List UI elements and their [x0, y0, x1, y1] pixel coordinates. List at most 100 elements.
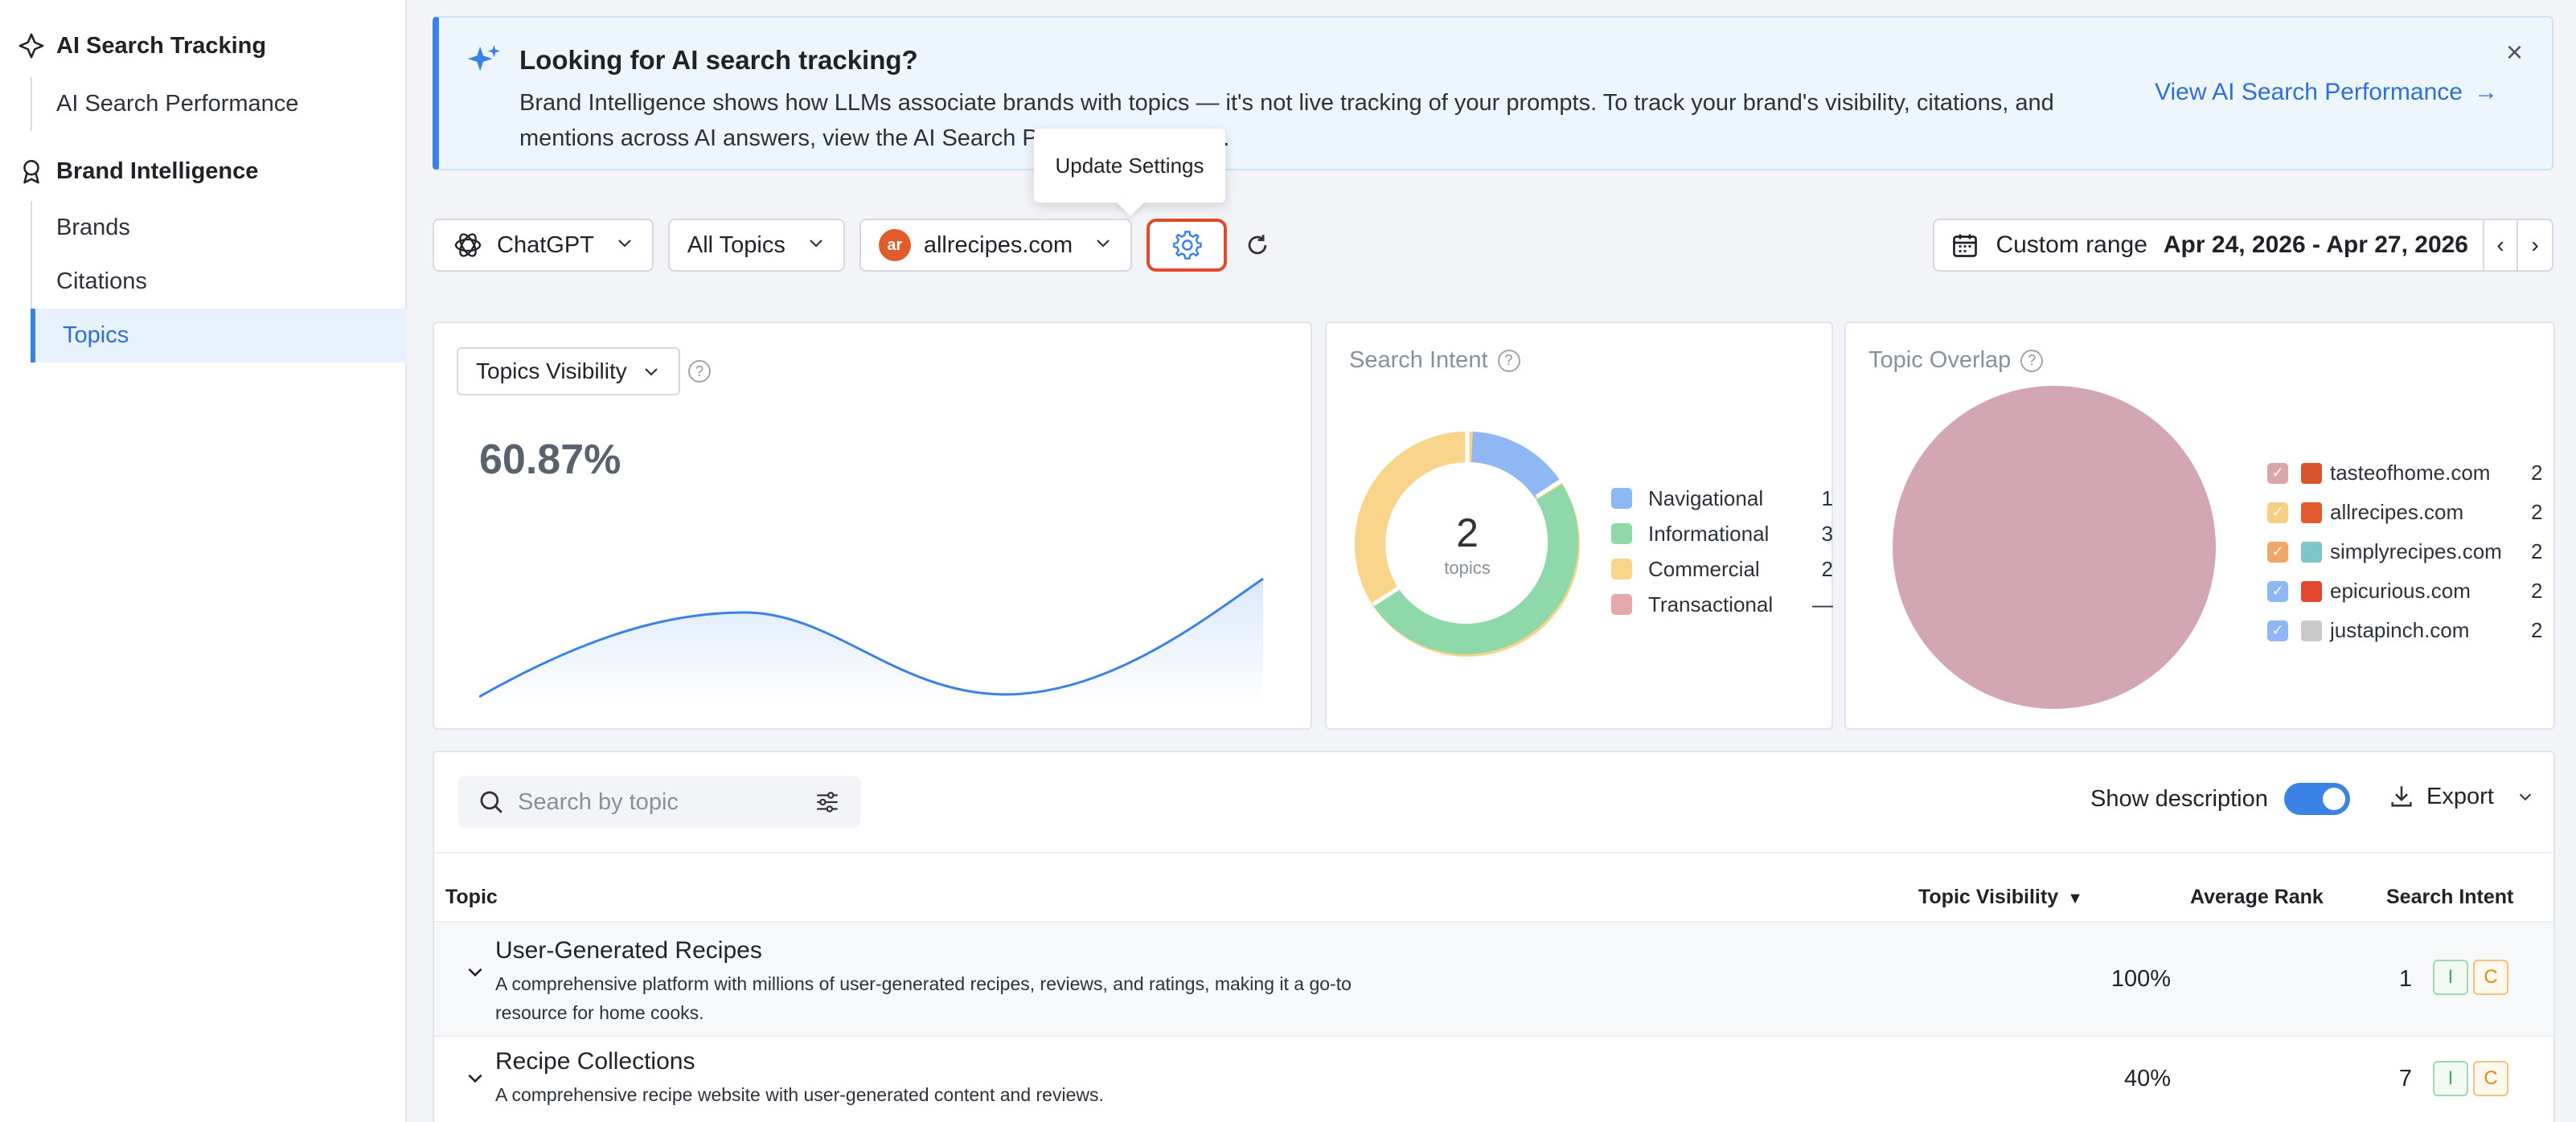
topics-table-card: Search by topic Show description Export … [433, 751, 2555, 1122]
sidebar: AI Search Tracking AI Search Performance… [0, 0, 407, 1122]
search-intent-tags: I C [2433, 960, 2508, 995]
chevron-down-icon [615, 233, 634, 258]
chevron-down-icon[interactable] [465, 1067, 486, 1094]
model-dropdown[interactable]: ChatGPT [433, 219, 654, 272]
download-icon [2391, 786, 2412, 807]
sidebar-item-brands[interactable]: Brands [32, 201, 407, 255]
col-topic-visibility-label: Topic Visibility [1918, 886, 2059, 908]
sidebar-item-citations[interactable]: Citations [32, 255, 407, 309]
topics-dropdown[interactable]: All Topics [667, 219, 845, 272]
overlap-domain-item: ✓ tasteofhome.com 2 [2267, 453, 2542, 493]
sidebar-sub-ai-search: AI Search Performance [31, 77, 407, 131]
date-range-button[interactable]: Custom range Apr 24, 2026 - Apr 27, 2026 [1934, 220, 2484, 270]
domain-dropdown[interactable]: ar allrecipes.com [859, 219, 1133, 272]
legend-item[interactable]: Transactional — [1611, 587, 1833, 622]
checkbox[interactable]: ✓ [2267, 580, 2288, 602]
chevron-down-icon [645, 368, 658, 376]
search-intent-title: Search Intent ? [1349, 347, 1520, 374]
legend-label: Informational [1648, 521, 1770, 546]
col-topic-visibility[interactable]: Topic Visibility ▼ [1918, 886, 2083, 909]
legend-label: Commercial [1648, 556, 1760, 581]
topics-visibility-card: Topics Visibility ? 60.87% [433, 321, 1312, 730]
diamond-sparkle-icon [18, 33, 44, 59]
topic-overlap-circle [1893, 386, 2216, 709]
legend-item[interactable]: Commercial 2 [1611, 551, 1833, 587]
chevron-down-icon[interactable] [465, 961, 486, 988]
export-label: Export [2426, 783, 2494, 809]
sidebar-group-brand-intelligence[interactable]: Brand Intelligence [18, 158, 258, 185]
checkbox[interactable]: ✓ [2267, 541, 2288, 563]
openai-logo-icon [454, 233, 482, 257]
next-range-button[interactable]: › [2518, 220, 2552, 270]
sidebar-item-ai-search-performance[interactable]: AI Search Performance [32, 77, 407, 131]
sidebar-item-topics[interactable]: Topics [31, 309, 407, 362]
intent-informational-badge: I [2433, 1061, 2468, 1096]
table-header: Topic Topic Visibility ▼ Average Rank Se… [434, 852, 2553, 932]
topic-description: A comprehensive recipe website with user… [495, 1084, 1104, 1105]
model-dropdown-value: ChatGPT [497, 231, 594, 258]
overlap-domain-name: tasteofhome.com [2330, 461, 2491, 485]
checkbox[interactable]: ✓ [2267, 462, 2288, 484]
search-intent-tags: I C [2433, 1061, 2508, 1096]
legend-item[interactable]: Navigational 1 [1611, 481, 1833, 516]
legend-count: 3 [1821, 521, 1833, 546]
export-button[interactable]: Export [2388, 783, 2534, 810]
topic-name: User-Generated Recipes [495, 937, 762, 964]
topic-visibility-value: 100% [2110, 966, 2171, 992]
close-icon[interactable]: × [2506, 35, 2523, 69]
overlap-domain-name: epicurious.com [2330, 579, 2471, 603]
overlap-domain-item: ✓ allrecipes.com 2 [2267, 493, 2542, 532]
intent-informational-badge: I [2433, 960, 2468, 995]
prev-range-button[interactable]: ‹ [2484, 220, 2518, 270]
main-content: Looking for AI search tracking? Brand In… [408, 0, 2576, 1122]
table-row[interactable]: Recipe Collections A comprehensive recip… [434, 1035, 2553, 1122]
topic-overlap-card: Topic Overlap ? ✓ tasteofhome.com 2 ✓ allrec… [1844, 321, 2555, 730]
overlap-domain-count: 2 [2531, 618, 2543, 642]
filter-sliders-icon[interactable] [814, 788, 841, 816]
checkbox[interactable]: ✓ [2267, 502, 2288, 523]
help-icon[interactable]: ? [688, 360, 711, 383]
search-intent-title-text: Search Intent [1349, 347, 1488, 373]
search-intent-legend: Navigational 1 Informational 3 Commercial 2 Tr… [1611, 481, 1833, 622]
help-icon[interactable]: ? [1497, 349, 1520, 372]
sparkle-icon [467, 44, 501, 72]
sidebar-sub-brand-intelligence: Brands Citations Topics [31, 201, 407, 362]
refresh-icon[interactable] [1241, 229, 1274, 261]
favicon-icon [2301, 502, 2322, 523]
help-icon[interactable]: ? [2020, 349, 2044, 372]
sidebar-group-ai-search-tracking[interactable]: AI Search Tracking [18, 32, 266, 59]
chevron-down-icon [2519, 793, 2531, 801]
show-description-toggle[interactable] [2283, 783, 2350, 815]
donut-center-value: 2 [1456, 510, 1479, 555]
overlap-domain-name: justapinch.com [2330, 618, 2470, 642]
show-description-control: Show description [2090, 783, 2350, 815]
update-settings-tooltip: Update Settings [1034, 129, 1225, 203]
legend-swatch [1611, 488, 1632, 509]
sort-desc-icon: ▼ [2067, 890, 2083, 907]
legend-count: — [1812, 592, 1833, 616]
donut-center-label: topics [1444, 558, 1491, 578]
visibility-metric-dropdown[interactable]: Topics Visibility [457, 347, 680, 395]
topic-overlap-title: Topic Overlap ? [1868, 347, 2044, 374]
search-input[interactable]: Search by topic [458, 776, 860, 828]
date-range-value: Apr 24, 2026 - Apr 27, 2026 [2163, 231, 2468, 258]
search-intent-card: Search Intent ? 2 topics Navigational 1 In… [1325, 321, 1833, 730]
table-row[interactable]: User-Generated Recipes A comprehensive p… [434, 921, 2553, 1035]
favicon-icon [2301, 580, 2322, 602]
col-search-intent[interactable]: Search Intent [2386, 886, 2513, 909]
legend-count: 1 [1821, 485, 1833, 510]
checkbox[interactable]: ✓ [2267, 620, 2288, 641]
arrow-right-icon: → [2473, 79, 2498, 105]
average-rank-value: 1 [2398, 966, 2412, 992]
date-range-label: Custom range [1996, 231, 2147, 258]
update-settings-button[interactable] [1146, 219, 1228, 272]
filter-toolbar: ChatGPT All Topics ar allrecipes.com [433, 219, 1274, 272]
view-ai-search-performance-link[interactable]: View AI Search Performance → [2155, 79, 2498, 106]
topics-dropdown-value: All Topics [687, 231, 786, 258]
overlap-domain-count: 2 [2531, 461, 2543, 485]
chevron-down-icon [1093, 233, 1113, 258]
col-topic[interactable]: Topic [445, 886, 498, 909]
date-range-picker: Custom range Apr 24, 2026 - Apr 27, 2026… [1933, 219, 2553, 272]
col-average-rank[interactable]: Average Rank [2190, 886, 2324, 909]
legend-item[interactable]: Informational 3 [1611, 516, 1833, 551]
